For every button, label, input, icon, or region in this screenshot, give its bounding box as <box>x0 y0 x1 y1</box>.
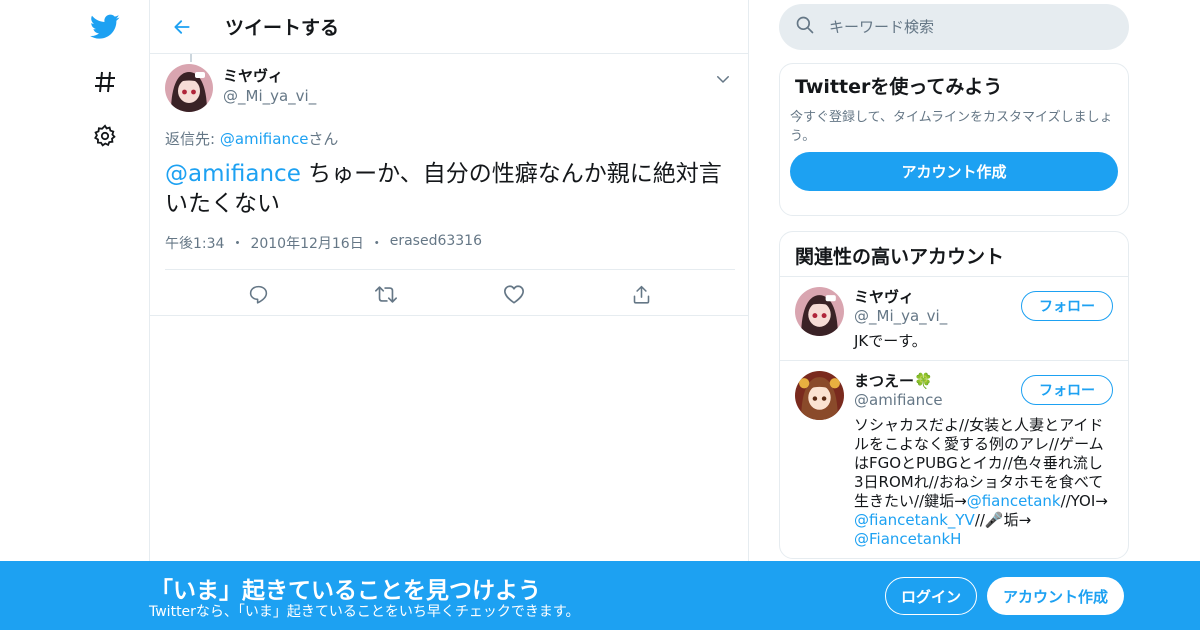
twitter-logo-icon[interactable] <box>90 12 120 42</box>
avatar[interactable] <box>795 371 844 420</box>
search-icon <box>795 15 815 39</box>
signup-card-description: 今すぐ登録して、タイムラインをカスタマイズしましょう。 <box>790 110 1113 144</box>
tweet: ミヤヴィ @_Mi_ya_vi_ 返信先: @amifianceさん @amif… <box>150 54 748 318</box>
search-box[interactable] <box>779 4 1129 50</box>
page-header: ツイートする <box>150 0 748 54</box>
follow-button[interactable]: フォロー <box>1021 375 1113 405</box>
tweet-author: ミヤヴィ @_Mi_ya_vi_ <box>165 64 733 116</box>
related-accounts-card: 関連性の高いアカウント ミヤヴィ @_Mi_ya_vi_ JKでーす。 フォロー <box>779 231 1129 559</box>
thread-line <box>190 54 192 62</box>
tweet-actions <box>165 270 735 318</box>
separator: ・ <box>230 236 245 252</box>
avatar[interactable] <box>795 287 844 336</box>
account-bio: JKでーす。 <box>854 332 927 350</box>
tweet-time[interactable]: 午後1:34 <box>165 233 224 253</box>
tweet-source: erased63316 <box>389 233 482 249</box>
tweet-date[interactable]: 2010年12月16日 <box>250 233 363 253</box>
account-bio: ソシャカスだよ//女装と人妻とアイドルをこよなく愛する例のアレ//ゲームはFGO… <box>854 416 1109 549</box>
signup-card-title: Twitterを使ってみよう <box>795 76 1003 98</box>
share-icon[interactable] <box>628 281 654 307</box>
bio-text: //YOI→ <box>1060 492 1108 510</box>
reply-handle-link[interactable]: @amifiance <box>220 130 309 148</box>
list-item[interactable]: まつえー🍀 @amifiance ソシャカスだよ//女装と人妻とアイドルをこよな… <box>780 360 1128 549</box>
divider <box>150 315 749 316</box>
hashtag-icon[interactable] <box>90 67 120 97</box>
search-input[interactable] <box>829 18 1089 36</box>
separator: ・ <box>369 236 384 252</box>
create-account-button[interactable]: アカウント作成 <box>790 152 1118 191</box>
list-item[interactable]: ミヤヴィ @_Mi_ya_vi_ JKでーす。 フォロー <box>780 277 1128 360</box>
main-column: ツイートする ミヤヴィ @_Mi_ya_vi_ 返信先: @amifianceさ… <box>149 0 749 630</box>
avatar[interactable] <box>165 64 213 112</box>
login-button[interactable]: ログイン <box>885 577 977 615</box>
reply-prefix: 返信先: <box>165 130 220 148</box>
bio-link[interactable]: @fiancetank_YV <box>854 511 975 529</box>
reply-context: 返信先: @amifianceさん <box>165 128 733 149</box>
retweet-icon[interactable] <box>373 281 399 307</box>
right-sidebar: Twitterを使ってみよう 今すぐ登録して、タイムラインをカスタマイズしましょ… <box>779 0 1129 559</box>
banner-subtitle: Twitterなら、「いま」起きていることをいち早くチェックできます。 <box>149 604 580 620</box>
bio-text: //🎤垢→ <box>974 511 1032 529</box>
tweet-display-name[interactable]: ミヤヴィ <box>223 66 316 86</box>
back-arrow-icon[interactable] <box>167 12 197 42</box>
like-icon[interactable] <box>501 281 527 307</box>
signup-card: Twitterを使ってみよう 今すぐ登録して、タイムラインをカスタマイズしましょ… <box>779 63 1129 216</box>
signup-banner: 「いま」起きていることを見つけよう Twitterなら、「いま」起きていることを… <box>0 561 1200 630</box>
gear-icon[interactable] <box>90 121 120 151</box>
follow-button[interactable]: フォロー <box>1021 291 1113 321</box>
mention-link[interactable]: @amifiance <box>165 161 301 187</box>
bio-link[interactable]: @fiancetank <box>967 492 1061 510</box>
page-title: ツイートする <box>225 17 340 39</box>
tweet-screen-name[interactable]: @_Mi_ya_vi_ <box>223 86 316 106</box>
left-nav <box>80 0 130 630</box>
tweet-text: @amifiance ちゅーか、自分の性癖なんか親に絶対言いたくない <box>165 159 730 219</box>
related-accounts-title: 関連性の高いアカウント <box>780 232 1128 277</box>
reply-suffix: さん <box>308 130 339 148</box>
banner-title: 「いま」起きていることを見つけよう <box>150 578 541 604</box>
chevron-down-icon[interactable] <box>714 70 732 88</box>
bio-link[interactable]: @FiancetankH <box>854 530 961 548</box>
tweet-meta: 午後1:34 ・ 2010年12月16日 ・ erased63316 <box>165 233 733 253</box>
reply-icon[interactable] <box>246 281 272 307</box>
banner-signup-button[interactable]: アカウント作成 <box>987 577 1124 615</box>
